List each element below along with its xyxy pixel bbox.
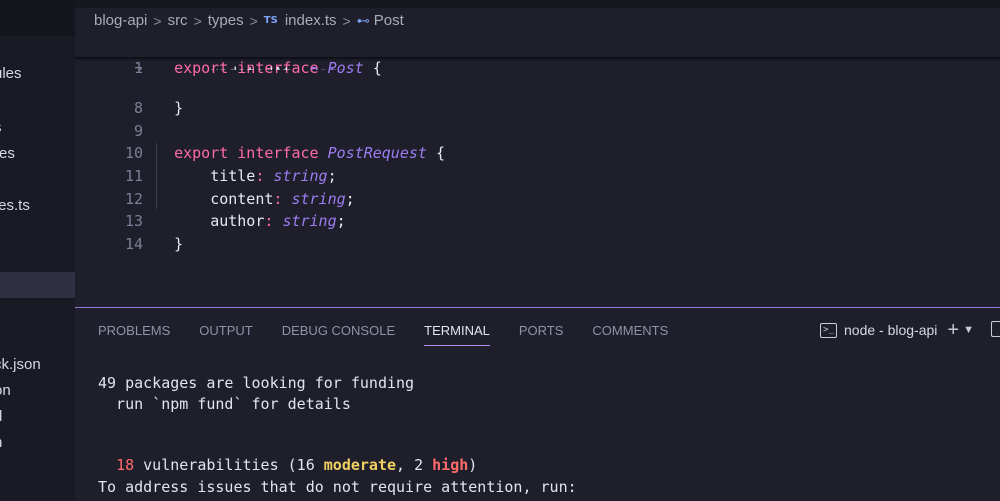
- high-label: high: [432, 456, 469, 474]
- breadcrumb-item[interactable]: types: [208, 10, 244, 32]
- explorer-sidebar: ules s res tes.ts ck.json on d n: [0, 0, 75, 500]
- sticky-scroll-line[interactable]: 1 export interface Post {: [75, 35, 382, 77]
- chevron-right-icon: >: [342, 13, 351, 29]
- terminal-text: , 2: [396, 456, 433, 474]
- type-token: string: [282, 212, 337, 230]
- chevron-right-icon: >: [249, 13, 258, 29]
- split-terminal-icon[interactable]: [991, 321, 1000, 337]
- terminal-output-line: 49 packages are looking for funding: [98, 374, 415, 392]
- file-item[interactable]: d: [0, 405, 75, 429]
- tab-bar-strip: [75, 0, 1000, 8]
- file-item[interactable]: tes.ts: [0, 194, 75, 218]
- code-line[interactable]: 8}: [75, 75, 183, 117]
- property-token: updatedAt: [210, 64, 291, 71]
- file-item[interactable]: s: [0, 116, 75, 140]
- file-item[interactable]: res: [0, 142, 75, 166]
- tab-terminal[interactable]: TERMINAL: [424, 322, 490, 346]
- type-token: PostRequest: [327, 144, 427, 162]
- code-line[interactable]: 9: [75, 98, 174, 140]
- terminal-output-line: To address issues that do not require at…: [98, 478, 577, 496]
- file-item[interactable]: on: [0, 379, 75, 403]
- tab-output[interactable]: OUTPUT: [199, 322, 252, 346]
- breadcrumb-item[interactable]: src: [168, 10, 188, 32]
- breadcrumb: blog-api > src > types > TS index.ts > ⊷…: [94, 10, 404, 32]
- moderate-label: moderate: [323, 456, 397, 474]
- property-token: author: [210, 212, 265, 230]
- code-line[interactable]: 14}: [75, 211, 183, 253]
- chevron-down-icon[interactable]: ▼: [963, 324, 974, 336]
- typescript-file-icon: TS: [263, 15, 278, 26]
- terminal-output-line: run `npm fund` for details: [98, 395, 351, 413]
- line-number: 14: [125, 235, 144, 253]
- tab-ports[interactable]: PORTS: [519, 322, 564, 346]
- tab-debug-console[interactable]: DEBUG CONSOLE: [282, 322, 395, 346]
- file-item[interactable]: ck.json: [0, 353, 75, 377]
- file-item[interactable]: ules: [0, 62, 75, 86]
- file-item[interactable]: n: [0, 431, 75, 455]
- vulnerability-count: 18: [116, 456, 135, 474]
- terminal-text: ): [468, 456, 478, 474]
- tab-problems[interactable]: PROBLEMS: [98, 322, 170, 346]
- brace-token: {: [372, 59, 382, 77]
- panel-tabs: PROBLEMS OUTPUT DEBUG CONSOLE TERMINAL P…: [98, 322, 697, 346]
- sidebar-header: [0, 0, 75, 36]
- selected-file-item[interactable]: [0, 272, 75, 298]
- chevron-right-icon: >: [193, 13, 202, 29]
- code-line[interactable]: 13 author: string;: [75, 188, 346, 230]
- terminal-output-line: 18 vulnerabilities (16 moderate, 2 high): [98, 435, 477, 474]
- colon-token: :: [291, 64, 300, 71]
- terminal-text: vulnerabilities (16: [134, 456, 324, 474]
- terminal-name[interactable]: node - blog-api: [844, 322, 937, 338]
- brace-token: }: [174, 235, 184, 253]
- breadcrumb-item[interactable]: index.ts: [285, 10, 337, 32]
- chevron-right-icon: >: [153, 13, 162, 29]
- brace-token: }: [174, 99, 184, 117]
- sticky-scroll-shadow: [75, 57, 1000, 61]
- code-line[interactable]: 11 title: string;: [75, 143, 337, 185]
- code-line[interactable]: 10 export interface PostRequest {: [75, 120, 445, 162]
- breadcrumb-item[interactable]: Post: [374, 10, 404, 32]
- plus-icon[interactable]: +: [947, 320, 959, 340]
- interface-symbol-icon: ⊷: [356, 13, 370, 28]
- terminal-selector[interactable]: >_ node - blog-api + ▼: [820, 320, 974, 340]
- code-line[interactable]: 12 content: string;: [75, 166, 355, 208]
- property-token: [174, 64, 210, 70]
- terminal-icon: >_: [820, 322, 837, 338]
- breadcrumb-item[interactable]: blog-api: [94, 10, 147, 32]
- semicolon-token: ;: [346, 64, 355, 71]
- tab-comments[interactable]: COMMENTS: [592, 322, 668, 346]
- brace-token: {: [435, 144, 445, 162]
- type-token: Date: [310, 64, 346, 71]
- line-number: 7: [93, 66, 143, 71]
